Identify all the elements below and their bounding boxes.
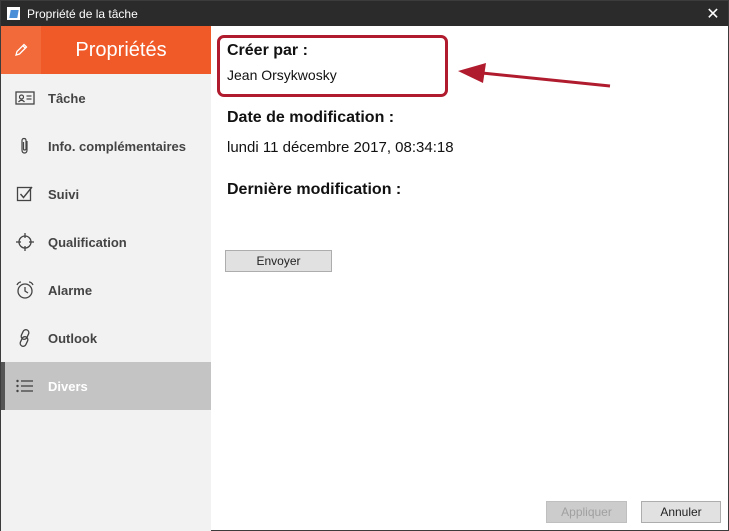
list-icon <box>1 378 48 394</box>
paperclip-icon <box>1 137 48 155</box>
sidebar-title: Propriétés <box>75 38 167 61</box>
sidebar-item-label: Qualification <box>48 234 127 250</box>
link-icon <box>1 328 48 348</box>
cancel-button[interactable]: Annuler <box>641 501 721 523</box>
apply-button[interactable]: Appliquer <box>546 501 627 523</box>
sidebar-header: Propriétés <box>1 26 211 74</box>
sidebar-item-label: Divers <box>48 378 88 394</box>
sidebar-item-label: Suivi <box>48 186 80 202</box>
contact-card-icon <box>1 90 48 106</box>
sidebar-item-suivi[interactable]: Suivi <box>1 170 211 218</box>
sidebar-item-alarme[interactable]: Alarme <box>1 266 211 314</box>
close-icon: ✕ <box>706 5 720 23</box>
properties-dialog: Propriété de la tâche ✕ Propriétés Tâche… <box>0 0 729 531</box>
window-title: Propriété de la tâche <box>27 6 138 21</box>
app-icon <box>7 7 20 20</box>
checkbox-icon <box>1 185 48 203</box>
sidebar-item-qualification[interactable]: Qualification <box>1 218 211 266</box>
sidebar-item-label: Tâche <box>48 90 86 106</box>
send-button[interactable]: Envoyer <box>225 250 332 272</box>
last-modification-label: Dernière modification : <box>227 181 402 198</box>
created-by-label: Créer par : <box>227 42 308 59</box>
modified-date-label: Date de modification : <box>227 109 395 126</box>
alarm-clock-icon <box>1 280 48 300</box>
main-content: Créer par : Jean Orsykwosky Date de modi… <box>212 26 728 531</box>
title-bar: Propriété de la tâche ✕ <box>1 1 728 26</box>
sidebar-item-info[interactable]: Info. complémentaires <box>1 122 211 170</box>
sidebar: Propriétés Tâche Info. complémentaires S… <box>1 26 211 531</box>
annotation-arrow <box>458 63 611 88</box>
sidebar-item-label: Info. complémentaires <box>48 138 186 154</box>
pencil-icon <box>1 26 41 74</box>
sidebar-item-label: Outlook <box>48 330 98 346</box>
modified-date-value: lundi 11 décembre 2017, 08:34:18 <box>227 139 454 156</box>
crosshair-icon <box>1 232 48 252</box>
sidebar-item-outlook[interactable]: Outlook <box>1 314 211 362</box>
sidebar-item-label: Alarme <box>48 282 93 298</box>
created-by-value: Jean Orsykwosky <box>227 67 337 83</box>
close-button[interactable]: ✕ <box>698 1 728 26</box>
sidebar-item-divers[interactable]: Divers <box>1 362 211 410</box>
sidebar-item-tache[interactable]: Tâche <box>1 74 211 122</box>
